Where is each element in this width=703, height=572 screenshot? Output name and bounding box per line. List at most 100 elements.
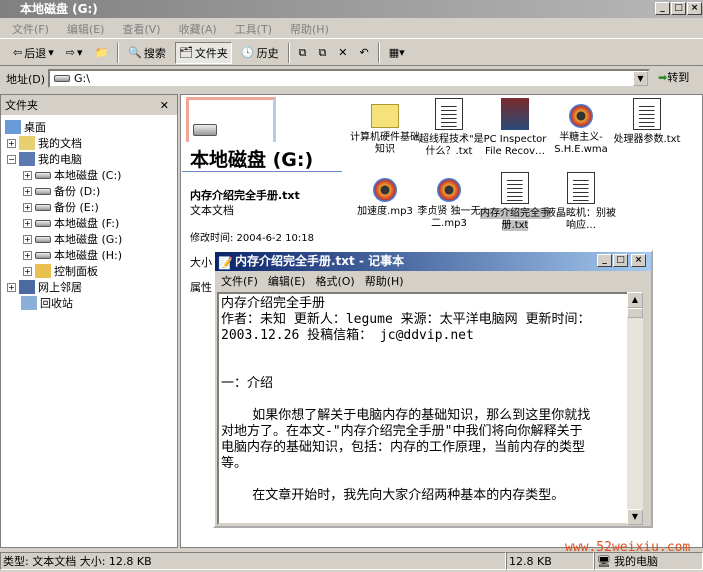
drive-title: 本地磁盘 (G:) xyxy=(190,149,314,171)
media-file-icon xyxy=(373,178,397,202)
tree-control-panel[interactable]: + 控制面板 xyxy=(23,263,98,279)
go-arrow-icon: ➡ xyxy=(658,71,668,84)
folder-icon xyxy=(371,104,399,128)
scroll-down-button[interactable]: ▼ xyxy=(627,509,643,525)
computer-icon: 🖥 xyxy=(597,554,611,568)
back-arrow-icon: ⇦ xyxy=(13,46,23,59)
expand-icon[interactable]: + xyxy=(7,282,16,292)
tree-label: 网上邻居 xyxy=(38,281,82,294)
text-line: 在文章开始时，我先向大家介绍两种基本的内存类型。 xyxy=(221,488,565,503)
menu-edit[interactable]: 编辑(E) xyxy=(67,21,105,37)
file-item[interactable]: 李贞贤 独一无二.mp3 xyxy=(414,172,484,230)
back-button[interactable]: ⇦ 后退 ▾ xyxy=(10,43,57,63)
separator xyxy=(117,42,120,63)
undo-button[interactable]: ↶ xyxy=(357,44,372,61)
status-zone-label: 我的电脑 xyxy=(613,555,658,568)
notepad-minimize-button[interactable]: _ xyxy=(597,254,612,267)
scroll-up-button[interactable]: ▲ xyxy=(627,292,643,308)
collapse-icon[interactable]: − xyxy=(7,154,16,164)
file-item[interactable]: 液晶眩机：别被响应… xyxy=(546,172,616,232)
tree-drive-c[interactable]: + 本地磁盘 (C:) xyxy=(23,167,121,183)
menu-tools[interactable]: 工具(T) xyxy=(235,21,272,37)
title-bar: 本地磁盘 (G:) _ □ × xyxy=(0,0,703,18)
drive-icon xyxy=(54,75,70,82)
file-item-selected[interactable]: 内存介绍完全手册.txt xyxy=(480,172,550,232)
minimize-button[interactable]: _ xyxy=(655,2,670,15)
menu-favorites[interactable]: 收藏(A) xyxy=(179,21,217,37)
text-line: 作者：未知 更新人：legume 来源：太平洋电脑网 更新时间： xyxy=(221,312,591,327)
notepad-menu-file[interactable]: 文件(F) xyxy=(221,273,258,289)
up-folder-button[interactable]: 📁 xyxy=(92,44,112,61)
expand-icon[interactable]: + xyxy=(23,218,32,228)
folders-pane: 文件夹 ✕ 桌面 + 我的文档 − 我的电脑 + 本地磁盘 (C:) + 备份 (D:) … xyxy=(0,94,178,548)
notepad-menu-format[interactable]: 格式(O) xyxy=(315,273,354,289)
expand-icon[interactable]: + xyxy=(7,138,16,148)
attributes-label: 属性 xyxy=(190,281,212,294)
tree-recycle-bin[interactable]: 回收站 xyxy=(21,295,73,311)
menu-view[interactable]: 查看(V) xyxy=(122,21,160,37)
tree-network[interactable]: + 网上邻居 xyxy=(7,279,82,295)
drive-icon xyxy=(35,219,51,227)
computer-icon xyxy=(19,152,35,166)
notepad-title: 内存介绍完全手册.txt - 记事本 xyxy=(235,254,405,268)
views-button[interactable]: ▦▾ xyxy=(386,44,408,61)
file-label: 液晶眩机：别被响应… xyxy=(546,208,616,231)
text-line xyxy=(221,392,625,408)
large-drive-icon xyxy=(193,124,217,136)
close-button[interactable]: × xyxy=(687,2,702,15)
expand-icon[interactable]: + xyxy=(23,202,32,212)
address-dropdown[interactable]: ▼ xyxy=(633,71,648,86)
history-button[interactable]: 🕓 历史 xyxy=(238,43,282,63)
scroll-thumb[interactable] xyxy=(627,308,643,318)
notepad-close-button[interactable]: × xyxy=(631,254,646,267)
maximize-button[interactable]: □ xyxy=(671,2,686,15)
notepad-text-area[interactable]: 内存介绍完全手册 作者：未知 更新人：legume 来源：太平洋电脑网 更新时间：… xyxy=(217,292,629,525)
file-item[interactable]: PC Inspector File Recov… xyxy=(480,98,550,158)
tree-drive-h[interactable]: + 本地磁盘 (H:) xyxy=(23,247,122,263)
delete-button[interactable]: ✕ xyxy=(335,44,350,61)
close-pane-icon[interactable]: ✕ xyxy=(160,99,169,112)
toolbar: ⇦ 后退 ▾ ⇨ ▾ 📁 🔍 搜索 🗂 文件夹 🕓 历史 ⧉ ⧉ ✕ ↶ ▦▾ xyxy=(0,40,703,66)
search-button[interactable]: 🔍 搜索 xyxy=(125,43,169,63)
go-button[interactable]: ➡转到 xyxy=(658,69,689,85)
address-bar: 地址(D) G:\ ▼ xyxy=(0,67,703,90)
media-file-icon xyxy=(437,178,461,202)
expand-icon[interactable]: + xyxy=(23,234,32,244)
notepad-menu-edit[interactable]: 编辑(E) xyxy=(268,273,306,289)
move-to-button[interactable]: ⧉ xyxy=(296,44,310,62)
tree-drive-e[interactable]: + 备份 (E:) xyxy=(23,199,99,215)
drive-icon xyxy=(35,187,51,195)
tree-drive-g[interactable]: + 本地磁盘 (G:) xyxy=(23,231,122,247)
tree-drive-d[interactable]: + 备份 (D:) xyxy=(23,183,100,199)
tree-my-documents[interactable]: + 我的文档 xyxy=(7,135,82,151)
copy-to-button[interactable]: ⧉ xyxy=(315,44,329,62)
back-label: 后退 xyxy=(24,46,47,60)
expand-icon[interactable]: + xyxy=(23,250,32,260)
notepad-icon: 📝 xyxy=(218,256,233,270)
drive-icon xyxy=(35,171,51,179)
tree-my-computer[interactable]: − 我的电脑 xyxy=(7,151,82,167)
forward-button[interactable]: ⇨ ▾ xyxy=(63,44,86,61)
file-item[interactable]: 计算机硬件基础知识 xyxy=(350,98,420,156)
file-label: 加速度.mp3 xyxy=(357,206,413,217)
notepad-menu-help[interactable]: 帮助(H) xyxy=(365,273,404,289)
file-item[interactable]: "超线程技术"是什么？.txt xyxy=(414,98,484,158)
file-item[interactable]: 处理器参数.txt xyxy=(612,98,682,146)
file-item[interactable]: 半糖主义-S.H.E.wma xyxy=(546,98,616,156)
menu-file[interactable]: 文件(F) xyxy=(12,21,49,37)
notepad-maximize-button[interactable]: □ xyxy=(613,254,628,267)
file-label: PC Inspector File Recov… xyxy=(483,134,547,157)
file-item[interactable]: 加速度.mp3 xyxy=(350,172,420,218)
tree-label: 控制面板 xyxy=(54,265,98,278)
expand-icon[interactable]: + xyxy=(23,186,32,196)
expand-icon[interactable]: + xyxy=(23,170,32,180)
tree-drive-f[interactable]: + 本地磁盘 (F:) xyxy=(23,215,119,231)
tree-desktop[interactable]: 桌面 xyxy=(5,119,46,135)
folders-button[interactable]: 🗂 文件夹 xyxy=(174,41,232,64)
desktop-icon xyxy=(5,120,21,134)
tree-label: 备份 (E:) xyxy=(54,201,99,214)
expand-icon[interactable]: + xyxy=(23,266,32,276)
menu-help[interactable]: 帮助(H) xyxy=(290,21,329,37)
notepad-scrollbar[interactable]: ▲ ▼ xyxy=(627,292,643,525)
address-input[interactable]: G:\ ▼ xyxy=(48,69,650,88)
